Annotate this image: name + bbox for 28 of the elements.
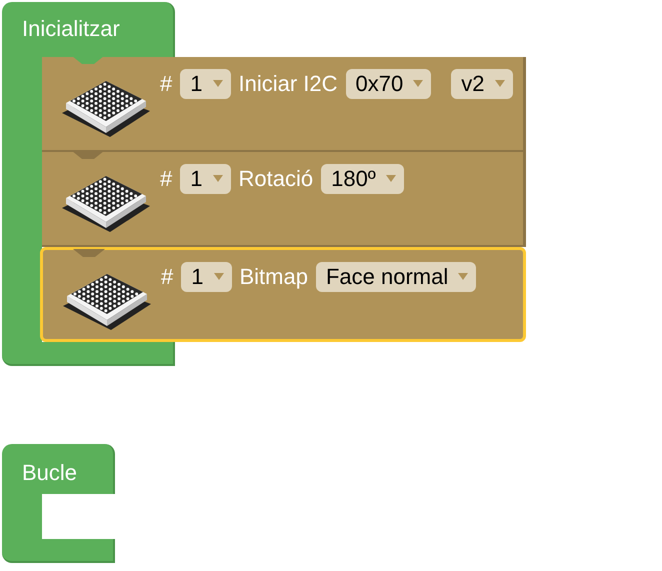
dropdown[interactable]: 1 <box>180 164 230 194</box>
caret-icon <box>386 175 396 182</box>
caret-icon <box>212 80 222 87</box>
dropdown[interactable]: 0x70 <box>346 68 432 98</box>
caret-icon <box>413 80 424 87</box>
caret-icon <box>214 273 224 280</box>
connector-notch <box>72 56 104 66</box>
statement-block[interactable]: # 1 Rotació 180º <box>42 152 526 247</box>
block-title: Inicialitzar <box>22 15 121 43</box>
block-label: # <box>160 70 172 98</box>
block-label: Bitmap <box>240 263 308 291</box>
statement-block[interactable]: # 1 Iniciar I2C 0x70 v2 <box>42 57 526 152</box>
dropdown[interactable]: 1 <box>181 262 232 292</box>
block-label: Rotació <box>238 165 314 193</box>
block-label: # <box>161 263 174 291</box>
caret-icon <box>212 175 222 182</box>
dropdown[interactable]: 1 <box>180 68 230 98</box>
caret-icon <box>494 80 505 87</box>
caret-icon <box>458 273 468 280</box>
block-title: Bucle <box>22 459 78 487</box>
dropdown[interactable]: v2 <box>451 68 513 98</box>
dropdown[interactable]: Face normal <box>316 262 476 292</box>
block-label: Iniciar I2C <box>238 70 338 98</box>
connector-notch <box>72 151 104 161</box>
statement-block[interactable]: # 1 Bitmap Face normal <box>40 247 526 342</box>
block-label: # <box>160 165 172 193</box>
connector-notch <box>73 249 105 259</box>
dropdown[interactable]: 180º <box>321 164 404 194</box>
